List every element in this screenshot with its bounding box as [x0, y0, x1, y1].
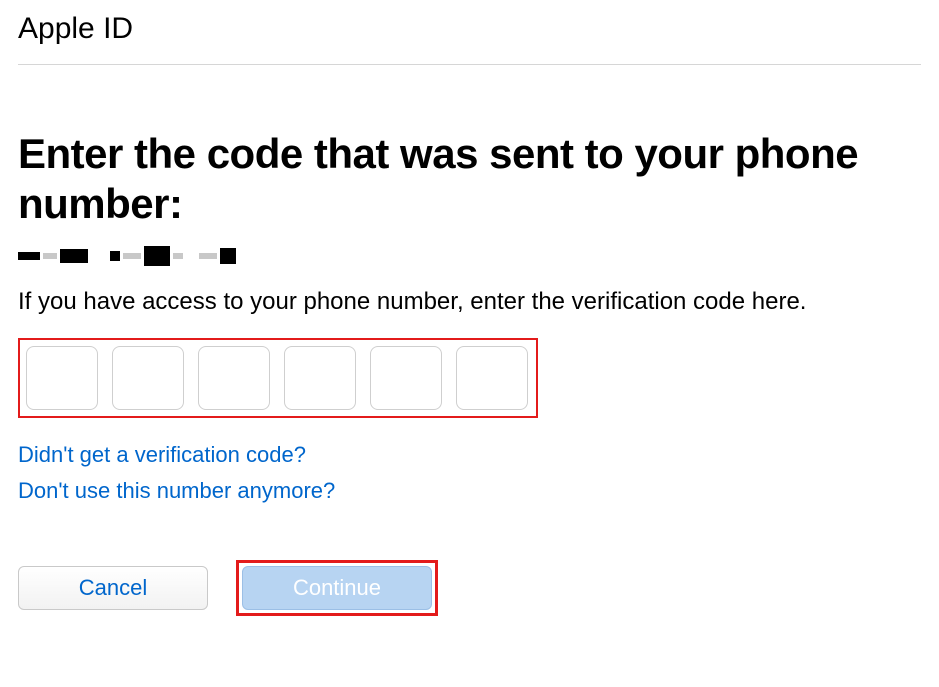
didnt-get-code-link[interactable]: Didn't get a verification code?	[18, 442, 306, 468]
dont-use-number-link[interactable]: Don't use this number anymore?	[18, 478, 335, 504]
phone-number-redacted	[18, 242, 921, 270]
prompt-heading: Enter the code that was sent to your pho…	[18, 129, 921, 228]
header: Apple ID	[18, 12, 921, 65]
code-digit-1[interactable]	[26, 346, 98, 410]
main-content: Enter the code that was sent to your pho…	[18, 65, 921, 616]
button-row: Cancel Continue	[18, 560, 921, 616]
code-digit-4[interactable]	[284, 346, 356, 410]
continue-highlight: Continue	[236, 560, 438, 616]
code-digit-5[interactable]	[370, 346, 442, 410]
instruction-text: If you have access to your phone number,…	[18, 288, 921, 316]
code-digit-2[interactable]	[112, 346, 184, 410]
verification-code-row	[26, 346, 528, 410]
page-title: Apple ID	[18, 12, 921, 46]
continue-button[interactable]: Continue	[242, 566, 432, 610]
code-digit-3[interactable]	[198, 346, 270, 410]
help-links: Didn't get a verification code? Don't us…	[18, 442, 921, 504]
code-digit-6[interactable]	[456, 346, 528, 410]
cancel-button[interactable]: Cancel	[18, 566, 208, 610]
code-input-highlight	[18, 338, 538, 418]
